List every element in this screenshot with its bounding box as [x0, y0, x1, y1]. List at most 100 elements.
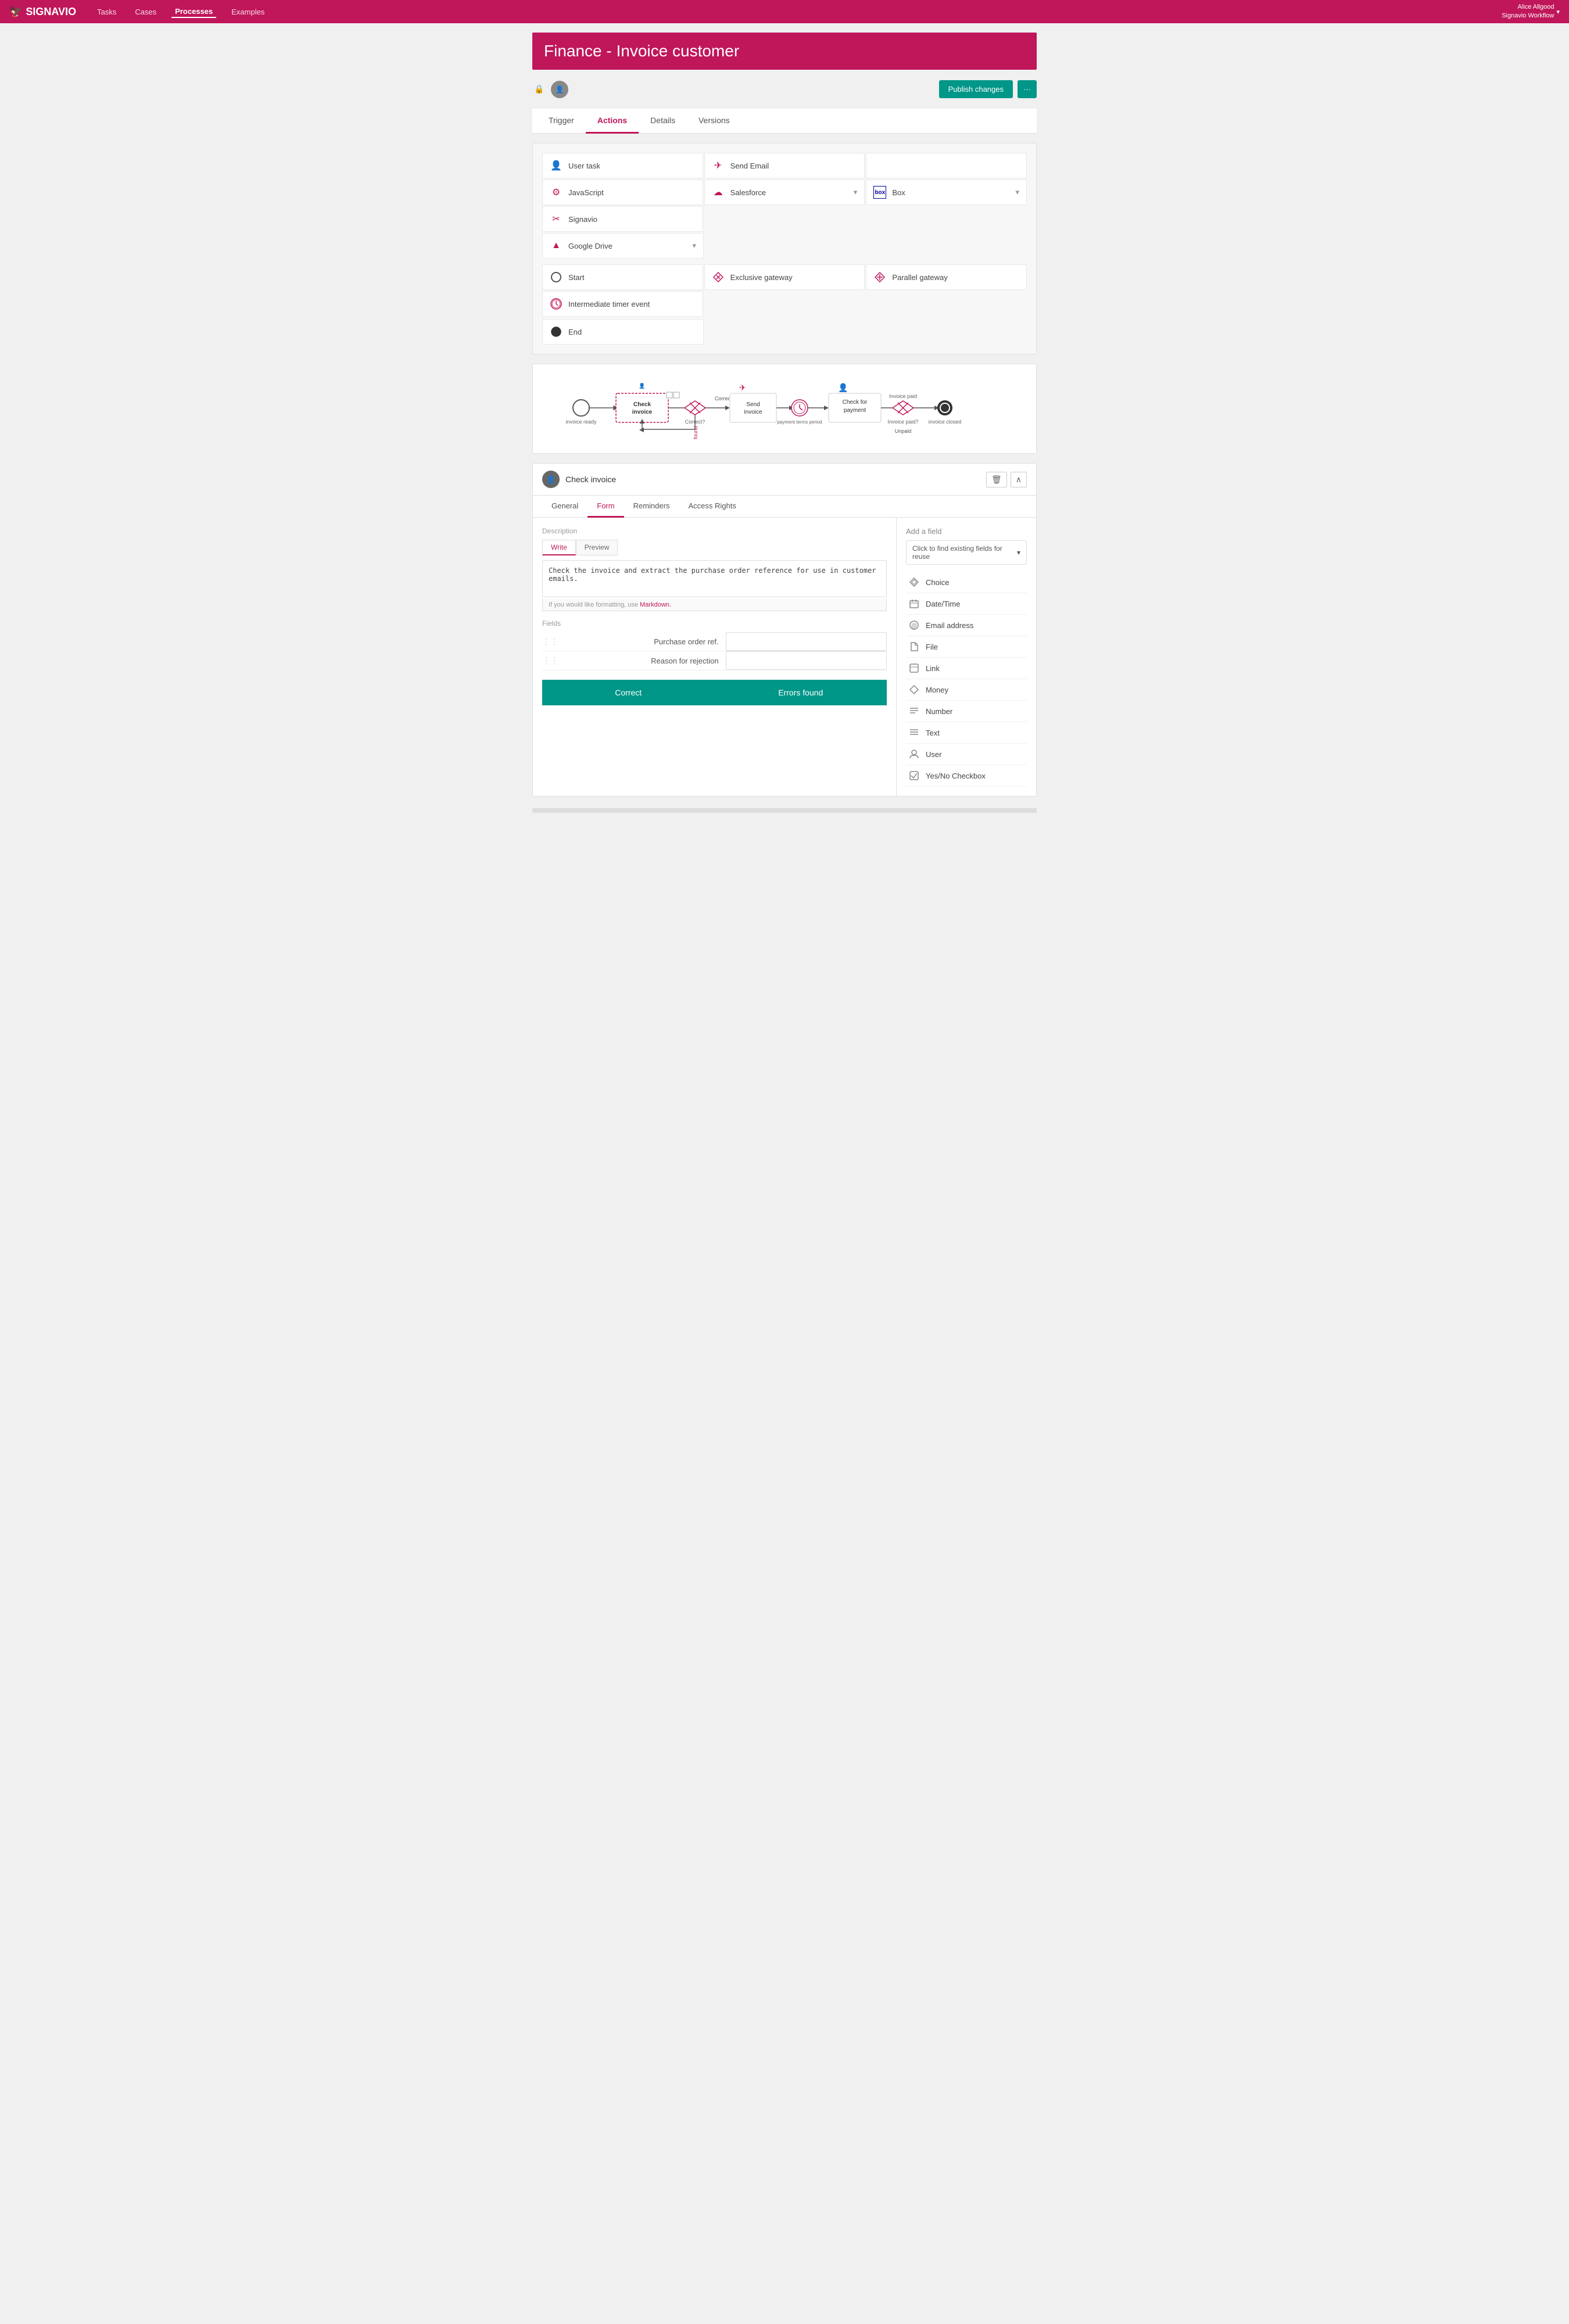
task-tab-general[interactable]: General [542, 496, 588, 518]
chevron-box-icon: ▾ [1015, 188, 1019, 197]
publish-button[interactable]: Publish changes [939, 80, 1013, 98]
action-signavio-label: Signavio [568, 215, 597, 224]
field-type-choice-label: Choice [926, 578, 949, 587]
tab-trigger[interactable]: Trigger [537, 109, 586, 134]
salesforce-icon: ☁ [712, 186, 725, 199]
svg-text:👤: 👤 [838, 383, 848, 393]
gateway-timer-label: Intermediate timer event [568, 300, 650, 309]
logo-text: SIGNAVIO [26, 6, 76, 18]
nav-examples[interactable]: Examples [228, 6, 268, 17]
action-google-drive-label: Google Drive [568, 242, 612, 250]
action-send-email-label: Send Email [730, 162, 769, 170]
markdown-link[interactable]: Markdown. [640, 601, 671, 608]
collapse-task-button[interactable]: ∧ [1011, 472, 1027, 487]
nav-cases[interactable]: Cases [131, 6, 160, 17]
gateway-exclusive[interactable]: Exclusive gateway [704, 264, 865, 290]
task-tab-access[interactable]: Access Rights [679, 496, 745, 518]
tab-actions[interactable]: Actions [586, 109, 639, 134]
field-name-1: Purchase order ref. [556, 633, 726, 651]
field-type-choice[interactable]: Choice [906, 572, 1027, 593]
field-type-datetime[interactable]: Date/Time [906, 593, 1027, 615]
action-user-task[interactable]: 👤 User task [542, 153, 703, 178]
drag-handle-2[interactable]: ⋮⋮ [542, 656, 556, 666]
field-type-money[interactable]: Money [906, 679, 1027, 701]
gateway-row: Start Exclusive gateway Parallel gateway… [542, 264, 1027, 317]
main-container: Finance - Invoice customer 🔒 👤 Publish c… [523, 23, 1046, 822]
errors-button[interactable]: Errors found [715, 680, 887, 705]
svg-text:Unpaid: Unpaid [895, 428, 912, 434]
end-icon [550, 325, 563, 338]
chevron-salesforce-icon: ▾ [854, 188, 858, 197]
action-javascript-label: JavaScript [568, 188, 604, 197]
datetime-icon [908, 598, 920, 609]
action-send-email[interactable]: ✈ Send Email [704, 153, 865, 178]
choice-icon [908, 576, 920, 588]
gateway-start[interactable]: Start [542, 264, 703, 290]
action-user-task-label: User task [568, 162, 600, 170]
delete-task-button[interactable]: 🗑 [986, 472, 1007, 487]
svg-text:invoice closed: invoice closed [929, 419, 962, 425]
nav-tasks[interactable]: Tasks [94, 6, 120, 17]
action-end[interactable]: End [542, 319, 704, 345]
tab-details[interactable]: Details [639, 109, 687, 134]
field-type-user-label: User [926, 750, 941, 759]
field-type-checkbox[interactable]: Yes/No Checkbox [906, 765, 1027, 787]
correct-button[interactable]: Correct [542, 680, 715, 705]
field-value-2[interactable] [726, 651, 887, 670]
action-javascript[interactable]: ⚙ JavaScript [542, 180, 703, 205]
tab-versions[interactable]: Versions [687, 109, 741, 134]
action-signavio[interactable]: ✂ Signavio [542, 206, 703, 232]
nav-processes[interactable]: Processes [171, 6, 216, 18]
action-box[interactable]: box Box ▾ [866, 180, 1027, 205]
field-type-file[interactable]: File [906, 636, 1027, 658]
write-tab[interactable]: Write [542, 540, 576, 555]
form-content: Description Write Preview Check the invo… [533, 518, 1036, 796]
svg-text:Errors found: Errors found [693, 426, 698, 440]
field-value-1[interactable] [726, 632, 887, 651]
start-label: invoice ready [565, 419, 597, 425]
process-diagram: invoice ready 👤 Check invoice Correct? C… [532, 364, 1037, 454]
preview-tab[interactable]: Preview [576, 540, 618, 555]
action-salesforce[interactable]: ☁ Salesforce ▾ [704, 180, 865, 205]
field-type-user[interactable]: User [906, 744, 1027, 765]
svg-text:Check for: Check for [843, 399, 868, 406]
page-title: Finance - Invoice customer [544, 42, 1025, 60]
drag-handle-1[interactable]: ⋮⋮ [542, 637, 556, 647]
number-icon [908, 705, 920, 717]
gateway-parallel-label: Parallel gateway [892, 273, 947, 282]
field-type-text-label: Text [926, 729, 940, 737]
text-icon [908, 727, 920, 738]
field-row-1: ⋮⋮ Purchase order ref. [542, 632, 887, 651]
field-type-list: Choice Date/Time @ Email address [906, 572, 1027, 787]
parallel-gateway-icon [873, 271, 886, 284]
action-google-drive[interactable]: ▲ Google Drive ▾ [542, 233, 704, 259]
google-drive-icon: ▲ [550, 239, 563, 252]
task-panel-buttons: 🗑 ∧ [986, 472, 1027, 487]
svg-text:👤: 👤 [639, 382, 645, 389]
field-type-link[interactable]: Link [906, 658, 1027, 679]
task-tab-reminders[interactable]: Reminders [624, 496, 679, 518]
gateway-parallel[interactable]: Parallel gateway [866, 264, 1027, 290]
field-row-2: ⋮⋮ Reason for rejection [542, 651, 887, 670]
gateway-exclusive-label: Exclusive gateway [730, 273, 793, 282]
file-icon [908, 641, 920, 652]
markdown-hint-text: If you would like formatting, use [549, 601, 638, 608]
gateway-timer[interactable]: Intermediate timer event [542, 291, 703, 317]
actions-grid: 👤 User task ✈ Send Email ⚙ JavaScript ☁ … [542, 153, 1027, 232]
more-button[interactable]: ··· [1018, 80, 1037, 98]
svg-text:@: @ [911, 623, 917, 629]
description-textarea[interactable]: Check the invoice and extract the purcha… [542, 560, 887, 597]
checkbox-icon [908, 770, 920, 781]
avatar: 👤 [551, 81, 568, 98]
field-type-number[interactable]: Number [906, 701, 1027, 722]
user-menu[interactable]: Alice Allgood Signavio Workflow ▾ [1502, 3, 1560, 21]
field-type-text[interactable]: Text [906, 722, 1027, 744]
field-search-dropdown[interactable]: Click to find existing fields for reuse … [906, 540, 1027, 565]
description-label: Description [542, 527, 887, 535]
task-tab-form[interactable]: Form [588, 496, 624, 518]
field-type-email[interactable]: @ Email address [906, 615, 1027, 636]
timer-icon [550, 297, 563, 310]
svg-text:invoice: invoice [744, 409, 762, 415]
money-icon [908, 684, 920, 695]
scroll-bar[interactable] [532, 808, 1037, 813]
